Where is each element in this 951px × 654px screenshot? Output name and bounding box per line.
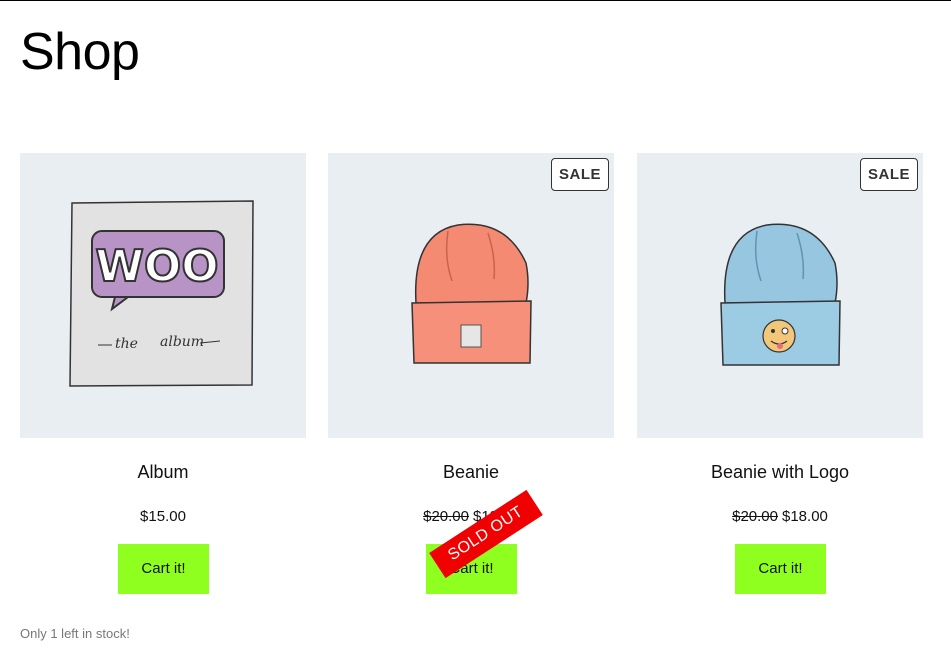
- page-title: Shop: [20, 23, 140, 81]
- album-logo-text: WOO: [95, 241, 218, 292]
- beanie-logo-icon: [720, 223, 841, 366]
- stock-note: Only 1 left in stock!: [20, 626, 130, 641]
- price-old: $20.00: [423, 508, 469, 525]
- product-name[interactable]: Beanie with Logo: [637, 462, 923, 483]
- beanie-logo-image[interactable]: SALE: [637, 153, 923, 438]
- album-image[interactable]: WOO the album: [20, 153, 306, 438]
- beanie-image[interactable]: SALE: [328, 153, 614, 438]
- sale-badge: SALE: [860, 158, 918, 191]
- album-icon: WOO the album: [69, 200, 254, 387]
- product-name[interactable]: Album: [20, 462, 306, 483]
- top-border: [0, 0, 951, 1]
- cart-it-button[interactable]: Cart it!: [118, 544, 209, 594]
- price-old: $20.00: [732, 508, 778, 525]
- album-caption-right: album: [160, 334, 204, 350]
- product-name[interactable]: Beanie: [328, 462, 614, 483]
- product-card-beanie-with-logo: SALE Beanie with Logo $20.00 $18.00 Cart …: [637, 153, 923, 594]
- price-current: $18.00: [782, 508, 828, 525]
- product-card-beanie: SALE Beanie $20.00$18.00 Cart it!: [328, 153, 614, 594]
- product-price: $15.00: [20, 508, 306, 525]
- product-price: $20.00$18.00: [328, 508, 614, 525]
- price-current: $15.00: [140, 508, 186, 525]
- cart-it-button[interactable]: Cart it!: [735, 544, 826, 594]
- product-card-album: WOO the album Album $15.00 Cart it!: [20, 153, 306, 594]
- sale-badge: SALE: [551, 158, 609, 191]
- product-price: $20.00$18.00: [637, 508, 923, 525]
- album-caption-left: the: [115, 336, 138, 352]
- beanie-icon: [411, 223, 532, 364]
